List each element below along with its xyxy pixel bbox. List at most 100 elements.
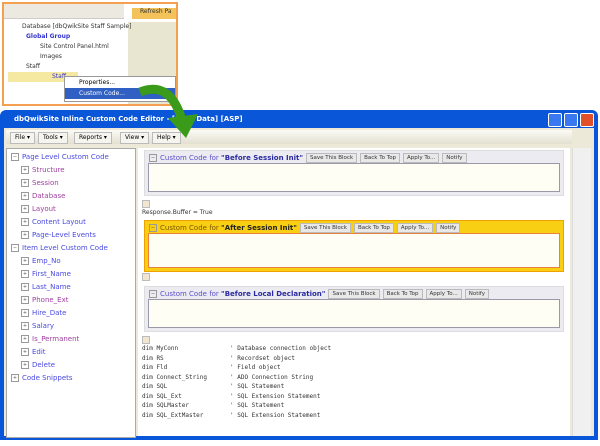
- tree-item[interactable]: + Hire_Date: [21, 309, 66, 317]
- collapse-icon[interactable]: −: [11, 153, 19, 161]
- tree-item[interactable]: + Layout: [21, 205, 56, 213]
- collapse-icon[interactable]: −: [149, 154, 157, 162]
- tree-node-control-panel[interactable]: Site Control Panel.html: [8, 42, 131, 52]
- expand-icon[interactable]: +: [21, 205, 29, 213]
- code-textarea[interactable]: [148, 299, 560, 328]
- tree-item[interactable]: + Is_Permanent: [21, 335, 79, 343]
- block-button[interactable]: Back To Top: [354, 223, 394, 233]
- block-button[interactable]: Apply To...: [403, 153, 440, 163]
- block-button[interactable]: Apply To...: [396, 223, 434, 233]
- tree-item[interactable]: + Session: [21, 179, 59, 187]
- maximize-button[interactable]: [564, 113, 578, 127]
- expand-icon[interactable]: +: [21, 348, 29, 356]
- tree-node-images[interactable]: Images: [8, 52, 131, 62]
- code-comment: ' SQL Statement: [230, 383, 285, 390]
- tree-item[interactable]: + Database: [21, 192, 65, 200]
- tree-item-label: Layout: [32, 205, 56, 213]
- code-line: dim SQL_Ext: [142, 392, 182, 400]
- expand-icon[interactable]: +: [21, 296, 29, 304]
- window-title: dbQwikSite Inline Custom Code Editor - […: [14, 115, 243, 123]
- tree-item-label: Page-Level Events: [32, 231, 96, 239]
- expand-icon[interactable]: +: [21, 166, 29, 174]
- expand-icon[interactable]: +: [21, 179, 29, 187]
- menu-reports[interactable]: Reports ▾: [74, 132, 112, 144]
- expand-icon[interactable]: +: [21, 335, 29, 343]
- block-button[interactable]: Save This Block: [306, 153, 358, 163]
- block-button[interactable]: Notify: [464, 289, 489, 299]
- expand-icon[interactable]: +: [21, 192, 29, 200]
- tree-item-label: Emp_No: [32, 257, 61, 265]
- block-button[interactable]: Notify: [436, 223, 461, 233]
- menu-file[interactable]: File ▾: [10, 132, 35, 144]
- expand-icon[interactable]: +: [21, 231, 29, 239]
- collapse-icon[interactable]: −: [149, 224, 157, 232]
- block-header: − Custom Code for "Before Local Declarati…: [149, 289, 489, 299]
- tree-group[interactable]: − Page Level Custom Code: [11, 153, 109, 161]
- block-name: "After Session Init": [221, 224, 297, 232]
- tree-item-label: First_Name: [32, 270, 71, 278]
- tree-node-global-group[interactable]: Global Group: [8, 32, 131, 42]
- expand-icon[interactable]: +: [11, 374, 19, 382]
- tree-item-label: Last_Name: [32, 283, 71, 291]
- refresh-button[interactable]: Refresh Pa: [132, 8, 176, 19]
- block-button[interactable]: Save This Block: [299, 223, 351, 233]
- tree-item[interactable]: + Emp_No: [21, 257, 61, 265]
- expand-icon[interactable]: +: [21, 361, 29, 369]
- minimize-button[interactable]: [548, 113, 562, 127]
- menu-label: Reports: [79, 134, 103, 141]
- code-comment: ' ADO Connection String: [230, 373, 314, 381]
- collapse-icon[interactable]: −: [149, 290, 157, 298]
- tree-item-label: Content Layout: [32, 218, 86, 226]
- tree-node-staff[interactable]: Staff: [8, 62, 131, 72]
- tree-item[interactable]: + First_Name: [21, 270, 71, 278]
- tree-group[interactable]: − Item Level Custom Code: [11, 244, 108, 252]
- expand-icon[interactable]: +: [21, 257, 29, 265]
- tree-item[interactable]: + Last_Name: [21, 283, 71, 291]
- block-button[interactable]: Save This Block: [328, 289, 380, 299]
- block-header: − Custom Code for "Before Session Init" Sa…: [149, 153, 467, 163]
- menu-tools[interactable]: Tools ▾: [38, 132, 68, 144]
- block-button[interactable]: Back To Top: [360, 153, 401, 163]
- tree-item[interactable]: + Content Layout: [21, 218, 86, 226]
- code-textarea[interactable]: [148, 233, 560, 268]
- window-client: File ▾ Tools ▾ Reports ▾ View ▾ Help ▾ −…: [4, 128, 594, 438]
- tree-item-label: Hire_Date: [32, 309, 67, 317]
- tree-item-label: Edit: [32, 348, 46, 356]
- tree-item-label: Session: [32, 179, 59, 187]
- expand-icon[interactable]: +: [21, 309, 29, 317]
- tree-item[interactable]: + Phone_Ext: [21, 296, 69, 304]
- expand-icon[interactable]: +: [21, 322, 29, 330]
- collapse-icon[interactable]: −: [11, 244, 19, 252]
- tree-item[interactable]: + Page-Level Events: [21, 231, 96, 239]
- expand-icon[interactable]: +: [21, 270, 29, 278]
- block-name: "Before Session Init": [221, 154, 303, 162]
- code-editor-area: − Custom Code for "Before Session Init" Sa…: [138, 148, 570, 436]
- tree-item[interactable]: + Delete: [21, 361, 55, 369]
- tree-item-label: Salary: [32, 322, 54, 330]
- tree-item-label: Database: [32, 192, 66, 200]
- expand-icon[interactable]: +: [21, 218, 29, 226]
- collapse-icon[interactable]: [142, 273, 150, 281]
- menu-bar: File ▾ Tools ▾ Reports ▾ View ▾ Help ▾: [6, 130, 572, 144]
- tree-group[interactable]: + Code Snippets: [11, 374, 73, 382]
- block-button[interactable]: Notify: [442, 153, 467, 163]
- collapse-icon[interactable]: [142, 336, 150, 344]
- collapse-icon[interactable]: [142, 200, 150, 208]
- block-button[interactable]: Back To Top: [382, 289, 423, 299]
- tree-item[interactable]: + Edit: [21, 348, 46, 356]
- tree-item[interactable]: + Salary: [21, 322, 54, 330]
- close-button[interactable]: [580, 113, 594, 127]
- menu-label: Tools: [43, 134, 58, 141]
- project-tree: Database [dbQwikSite Staff Sample] Globa…: [8, 22, 131, 82]
- code-comment: ' Recordset object: [230, 354, 296, 362]
- block-prefix: Custom Code for: [160, 290, 222, 298]
- code-line: dim MyConn: [142, 345, 179, 352]
- block-button[interactable]: Apply To...: [425, 289, 462, 299]
- tree-node-database[interactable]: Database [dbQwikSite Staff Sample]: [8, 22, 131, 32]
- expand-icon[interactable]: +: [21, 283, 29, 291]
- tree-item[interactable]: + Structure: [21, 166, 65, 174]
- vertical-scrollbar[interactable]: [572, 148, 591, 436]
- block-name: "Before Local Declaration": [221, 290, 326, 298]
- code-textarea[interactable]: [148, 163, 560, 192]
- generated-code: Response.Buffer = True: [142, 209, 213, 216]
